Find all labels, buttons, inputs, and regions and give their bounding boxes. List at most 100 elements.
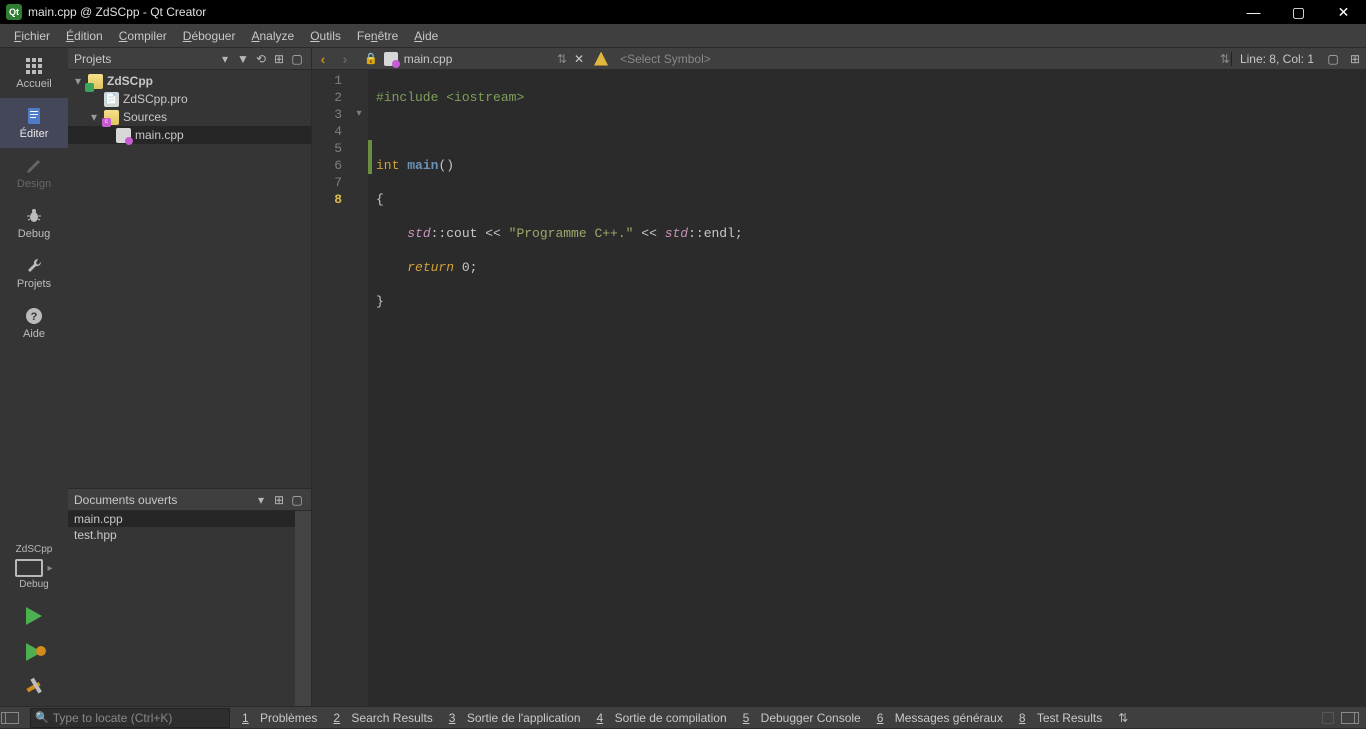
open-docs-title[interactable]: Documents ouverts — [74, 493, 251, 507]
tree-label: Sources — [123, 110, 167, 124]
cursor-position[interactable]: Line: 8, Col: 1 — [1232, 52, 1322, 66]
mode-projets[interactable]: Projets — [0, 248, 68, 298]
split-editor-h-button[interactable]: ⊞ — [1344, 48, 1366, 70]
project-tree[interactable]: ▾ ZdSCpp 📄 ZdSCpp.pro ▾ c Sources main.c… — [68, 70, 311, 488]
monitor-icon — [15, 559, 43, 577]
link-icon[interactable]: ⟲ — [253, 51, 269, 67]
status-pane-problemes[interactable]: 1 Problèmes — [234, 711, 325, 725]
status-pane-debugger[interactable]: 5 Debugger Console — [735, 711, 869, 725]
open-docs-list[interactable]: main.cpp test.hpp — [68, 511, 311, 706]
menu-deboguer[interactable]: Déboguer — [175, 27, 244, 45]
dropdown-icon[interactable]: ▾ — [253, 492, 269, 508]
mode-label: Debug — [18, 228, 50, 240]
projects-title[interactable]: Projets — [74, 52, 215, 66]
status-pane-tests[interactable]: 8 Test Results — [1011, 711, 1110, 725]
run-debug-button[interactable] — [0, 634, 68, 670]
nav-back-button[interactable]: ‹ — [312, 48, 334, 70]
menu-fichier[interactable]: Fichier — [6, 27, 58, 45]
line-number-gutter[interactable]: 1 2 3 4 5 6 7 8 — [312, 70, 350, 706]
menu-compiler[interactable]: Compiler — [111, 27, 175, 45]
tree-label: ZdSCpp — [107, 74, 153, 88]
cpp-file-icon — [384, 52, 398, 66]
toggle-right-sidebar-button[interactable] — [1340, 707, 1366, 729]
mode-debug[interactable]: Debug — [0, 198, 68, 248]
crumb-dropdown-icon[interactable]: ⇅ — [1219, 52, 1231, 66]
dropdown-icon[interactable]: ▾ — [217, 51, 233, 67]
svg-text:?: ? — [31, 311, 38, 323]
open-doc-test[interactable]: test.hpp — [68, 527, 311, 543]
mode-label: Projets — [17, 278, 51, 290]
toggle-sidebar-button[interactable] — [0, 707, 26, 729]
pane-dropdown-icon[interactable]: ⇅ — [1110, 707, 1136, 729]
menu-outils[interactable]: Outils — [302, 27, 349, 45]
close-file-button[interactable]: ✕ — [568, 52, 590, 66]
code-editor[interactable]: 1 2 3 4 5 6 7 8 ▾ #include <iostream> in… — [312, 70, 1366, 706]
tree-label: main.cpp — [135, 128, 184, 142]
tree-sources-folder[interactable]: ▾ c Sources — [68, 108, 311, 126]
line-number: 6 — [322, 157, 342, 174]
warning-icon[interactable] — [594, 52, 608, 66]
run-button[interactable] — [0, 598, 68, 634]
status-pane-compile-output[interactable]: 4 Sortie de compilation — [589, 711, 735, 725]
file-crumb[interactable]: 🔒 main.cpp — [356, 52, 556, 66]
fold-gutter[interactable]: ▾ — [350, 70, 368, 706]
nav-forward-button[interactable]: › — [334, 48, 356, 70]
crumb-dropdown-icon[interactable]: ⇅ — [556, 52, 568, 66]
filter-icon[interactable]: ▼ — [235, 51, 251, 67]
app-icon: Qt — [6, 4, 22, 20]
target-selector[interactable]: ▸ Debug — [0, 557, 68, 598]
build-button[interactable] — [0, 670, 68, 706]
main-area: Accueil Éditer Design Debug Projets — [0, 48, 1366, 706]
scrollbar-thumb[interactable] — [295, 511, 311, 537]
mode-aide[interactable]: ? Aide — [0, 298, 68, 348]
help-icon: ? — [24, 306, 44, 326]
split-icon[interactable]: ⊞ — [271, 492, 287, 508]
status-pane-messages[interactable]: 6 Messages généraux — [869, 711, 1011, 725]
close-panel-icon[interactable]: ▢ — [289, 492, 305, 508]
menu-fenetre[interactable]: Fenêtre — [349, 27, 406, 45]
mode-label: Aide — [23, 328, 45, 340]
folder-icon: c — [104, 110, 119, 125]
status-pane-search[interactable]: 2 Search Results — [325, 711, 440, 725]
progress-indicator — [1322, 712, 1334, 724]
split-editor-button[interactable]: ▢ — [1322, 48, 1344, 70]
line-number: 2 — [322, 89, 342, 106]
open-documents-panel: Documents ouverts ▾ ⊞ ▢ main.cpp test.hp… — [68, 488, 311, 706]
tree-project-root[interactable]: ▾ ZdSCpp — [68, 72, 311, 90]
chevron-right-icon: ▸ — [47, 563, 52, 574]
menu-analyze[interactable]: Analyze — [243, 27, 302, 45]
cpp-file-icon — [116, 128, 131, 143]
window-controls: — ▢ ✕ — [1231, 0, 1366, 24]
menu-edition[interactable]: Édition — [58, 27, 111, 45]
bug-icon — [24, 206, 44, 226]
locator-input[interactable]: 🔍 Type to locate (Ctrl+K) — [30, 708, 230, 728]
fold-toggle[interactable]: ▾ — [350, 106, 368, 123]
code-content[interactable]: #include <iostream> int main() { std::co… — [372, 70, 1366, 706]
close-button[interactable]: ✕ — [1321, 0, 1366, 24]
tree-main-cpp[interactable]: main.cpp — [68, 126, 311, 144]
symbol-selector[interactable]: <Select Symbol> — [612, 52, 719, 66]
menu-aide[interactable]: Aide — [406, 27, 446, 45]
close-panel-icon[interactable]: ▢ — [289, 51, 305, 67]
mode-editer[interactable]: Éditer — [0, 98, 68, 148]
statusbar: 🔍 Type to locate (Ctrl+K) 1 Problèmes 2 … — [0, 706, 1366, 728]
mode-accueil[interactable]: Accueil — [0, 48, 68, 98]
maximize-button[interactable]: ▢ — [1276, 0, 1321, 24]
locator-placeholder: Type to locate (Ctrl+K) — [53, 711, 173, 725]
editor-area: ‹ › 🔒 main.cpp ⇅ ✕ <Select Symbol> ⇅ Lin… — [312, 48, 1366, 706]
line-number: 8 — [322, 191, 342, 208]
split-icon[interactable]: ⊞ — [271, 51, 287, 67]
tree-pro-file[interactable]: 📄 ZdSCpp.pro — [68, 90, 311, 108]
document-icon — [24, 106, 44, 126]
panel-icon — [1341, 712, 1359, 724]
menubar: Fichier Édition Compiler Déboguer Analyz… — [0, 24, 1366, 48]
side-panel: Projets ▾ ▼ ⟲ ⊞ ▢ ▾ ZdSCpp 📄 ZdSCpp.pro … — [68, 48, 312, 706]
profile-icon: 📄 — [104, 92, 119, 107]
status-pane-app-output[interactable]: 3 Sortie de l'application — [441, 711, 589, 725]
open-doc-main[interactable]: main.cpp — [68, 511, 311, 527]
line-number: 7 — [322, 174, 342, 191]
tree-label: ZdSCpp.pro — [123, 92, 188, 106]
minimize-button[interactable]: — — [1231, 0, 1276, 24]
mode-design[interactable]: Design — [0, 148, 68, 198]
mode-label: Éditer — [20, 128, 49, 140]
